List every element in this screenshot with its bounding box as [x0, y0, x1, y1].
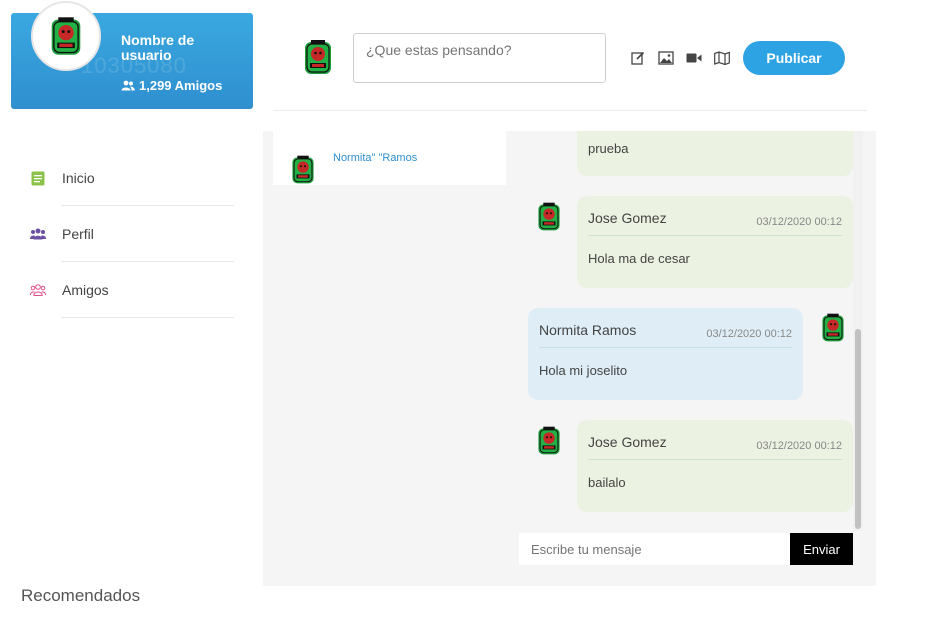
message-bubble: prueba	[577, 131, 853, 176]
message-time: 03/12/2020 00:12	[756, 440, 842, 452]
message-input[interactable]	[519, 533, 790, 565]
message-avatar-logo-icon	[820, 311, 846, 344]
sidebar-item-label: Amigos	[62, 282, 109, 298]
user-avatar-logo-icon	[48, 14, 84, 58]
book-icon	[30, 170, 46, 186]
chat-scroll-thumb[interactable]	[855, 329, 861, 529]
message-bubble: Normita Ramos 03/12/2020 00:12 Hola mi j…	[528, 308, 803, 400]
profile-friends[interactable]: 1,299 Amigos	[121, 78, 222, 93]
message-text: Hola mi joselito	[539, 363, 628, 378]
sidebar-item-inicio[interactable]: Inicio	[24, 150, 234, 206]
message-header: Jose Gomez 03/12/2020 00:12	[588, 420, 842, 460]
video-icon[interactable]	[686, 50, 702, 66]
message-list: prueba Jose Gomez 03/12/2020 00:12 Hola …	[263, 131, 876, 531]
message-time: 03/12/2020 00:12	[756, 216, 842, 228]
message-text: prueba	[588, 141, 629, 156]
recommended-title: Recomendados	[21, 586, 141, 605]
sidebar-item-amigos[interactable]: Amigos	[24, 262, 234, 318]
post-attachments	[630, 50, 730, 66]
profile-card: 10305080 Nombre de usuario 1,299 Amigos	[11, 1, 253, 109]
message-avatar-logo-icon	[536, 200, 562, 233]
post-input[interactable]	[353, 33, 606, 83]
sidebar-item-perfil[interactable]: Perfil	[24, 206, 234, 262]
map-icon[interactable]	[714, 50, 730, 66]
message-author: Normita Ramos	[539, 322, 637, 338]
message-text: Hola ma de cesar	[588, 251, 690, 266]
message-header: Normita Ramos 03/12/2020 00:12	[539, 308, 792, 348]
chat-scrollbar[interactable]	[853, 131, 863, 531]
message-author: Jose Gomez	[588, 434, 667, 450]
image-icon[interactable]	[658, 50, 674, 66]
message-text: bailalo	[588, 475, 626, 490]
message-header: Jose Gomez 03/12/2020 00:12	[588, 196, 842, 236]
sidebar-nav: Inicio Perfil Amigos	[24, 150, 234, 318]
friends-outline-icon	[30, 282, 46, 298]
message-time: 03/12/2020 00:12	[706, 328, 792, 340]
profile-name[interactable]: Nombre de usuario	[121, 33, 241, 63]
users-icon	[30, 226, 46, 242]
friends-count: 1,299 Amigos	[139, 78, 223, 93]
sidebar-item-label: Inicio	[62, 170, 95, 186]
friends-icon	[121, 80, 135, 91]
message-author: Jose Gomez	[588, 210, 667, 226]
post-divider	[273, 110, 867, 111]
message-bubble: Jose Gomez 03/12/2020 00:12 bailalo	[577, 420, 853, 512]
send-button[interactable]: Enviar	[790, 533, 853, 565]
message-avatar-logo-icon	[536, 424, 562, 457]
edit-icon[interactable]	[630, 50, 646, 66]
publish-button[interactable]: Publicar	[743, 41, 845, 75]
message-bubble: Jose Gomez 03/12/2020 00:12 Hola ma de c…	[577, 196, 853, 288]
post-avatar-logo-icon	[302, 37, 334, 77]
sidebar-item-label: Perfil	[62, 226, 94, 242]
